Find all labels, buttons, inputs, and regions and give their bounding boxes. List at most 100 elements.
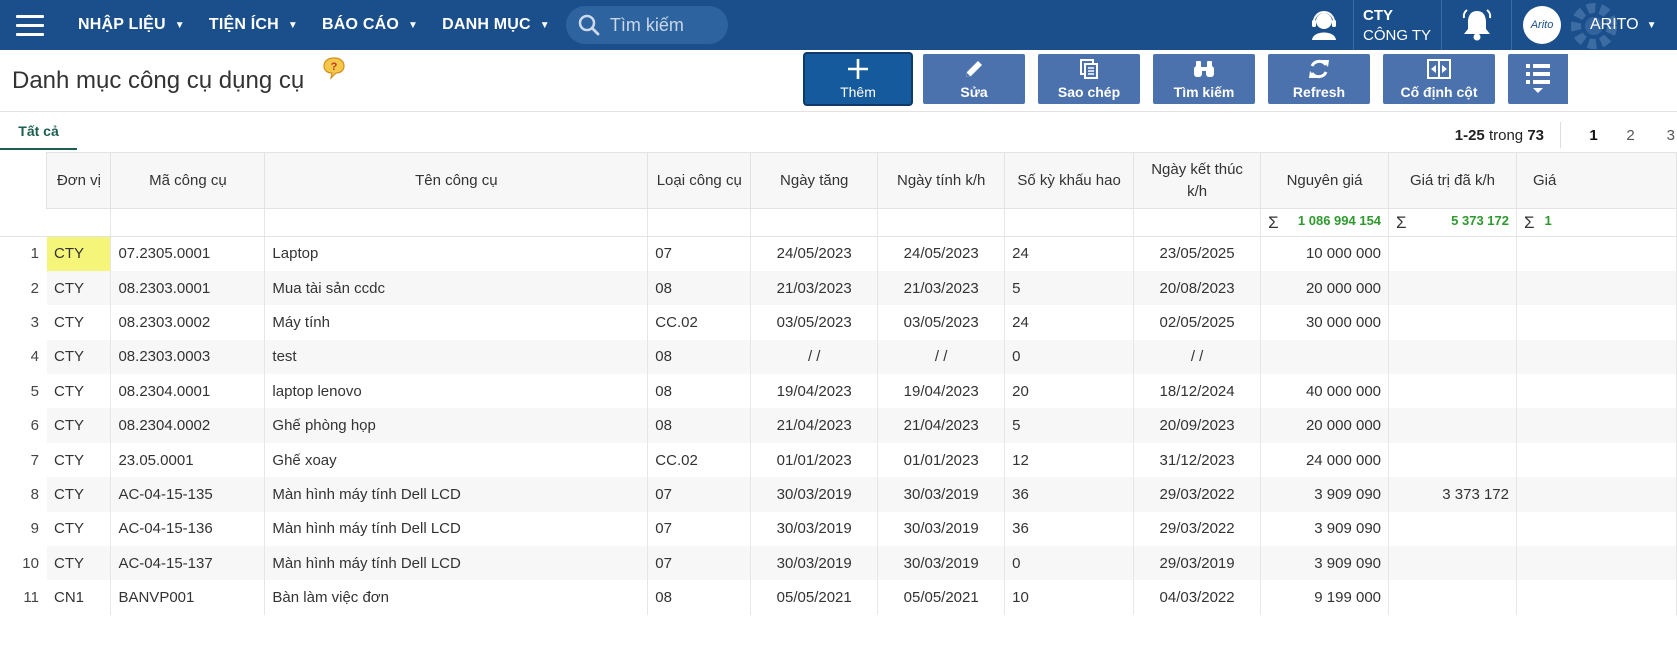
cell-gia[interactable] xyxy=(1516,339,1677,375)
cell-loai-cong-cu[interactable]: 07 xyxy=(647,511,752,547)
cell-gia[interactable] xyxy=(1516,236,1677,271)
bell-icon[interactable] xyxy=(1442,0,1512,50)
page-1-button[interactable]: 1 xyxy=(1575,127,1612,144)
cell-gia-tri-da-kh[interactable]: 3 373 172 xyxy=(1388,477,1517,512)
cell-ten-cong-cu[interactable]: laptop lenovo xyxy=(264,374,649,409)
cell-ngay-tinh-kh[interactable]: 24/05/2023 xyxy=(877,236,1006,271)
cell-loai-cong-cu[interactable]: 08 xyxy=(647,374,752,409)
nav-bao-cao[interactable]: BÁO CÁO ▼ xyxy=(322,16,418,34)
cell-loai-cong-cu[interactable]: 08 xyxy=(647,270,752,306)
cell-so-ky-khau-hao[interactable]: 10 xyxy=(1004,580,1135,615)
cell-nguyen-gia[interactable]: 3 909 090 xyxy=(1260,546,1390,581)
cell-ngay-tang[interactable]: / / xyxy=(750,339,879,375)
col-header-ngay-ket-thuc-kh[interactable]: Ngày kết thúc k/h xyxy=(1133,152,1262,209)
cell-ngay-tinh-kh[interactable]: 01/01/2023 xyxy=(877,442,1006,478)
col-header-ten-cong-cu[interactable]: Tên công cụ xyxy=(264,152,649,209)
cell-so-ky-khau-hao[interactable]: 12 xyxy=(1004,442,1135,478)
cell-ngay-tinh-kh[interactable]: 21/03/2023 xyxy=(877,270,1006,306)
cell-ten-cong-cu[interactable]: Màn hình máy tính Dell LCD xyxy=(264,477,649,512)
search-input[interactable] xyxy=(609,14,720,36)
cell-ngay-ket-thuc-kh[interactable]: 23/05/2025 xyxy=(1133,236,1262,271)
table-row[interactable]: 3 CTY 08.2303.0002 Máy tính CC.02 03/05/2023 0… xyxy=(0,305,1677,340)
edit-button[interactable]: Sửa xyxy=(923,54,1025,104)
col-header-loai-cong-cu[interactable]: Loại công cụ xyxy=(647,152,752,209)
cell-nguyen-gia[interactable]: 20 000 000 xyxy=(1260,270,1390,306)
cell-don-vi[interactable]: CTY xyxy=(46,236,112,271)
cell-gia-tri-da-kh[interactable] xyxy=(1388,305,1517,340)
col-header-ngay-tang[interactable]: Ngày tăng xyxy=(750,152,879,209)
cell-so-ky-khau-hao[interactable]: 5 xyxy=(1004,270,1135,306)
col-header-don-vi[interactable]: Đơn vị xyxy=(46,152,112,209)
search-icon[interactable] xyxy=(578,14,600,36)
cell-ngay-tang[interactable]: 24/05/2023 xyxy=(750,236,879,271)
cell-gia[interactable] xyxy=(1516,442,1677,478)
cell-gia[interactable] xyxy=(1516,374,1677,409)
cell-ngay-tang[interactable]: 05/05/2021 xyxy=(750,580,879,615)
cell-don-vi[interactable]: CTY xyxy=(46,408,112,443)
company-selector[interactable]: CTY CÔNG TY xyxy=(1354,0,1442,50)
cell-ma-cong-cu[interactable]: AC-04-15-136 xyxy=(110,511,266,547)
cell-gia-tri-da-kh[interactable] xyxy=(1388,442,1517,478)
cell-ma-cong-cu[interactable]: AC-04-15-137 xyxy=(110,546,266,581)
cell-nguyen-gia[interactable]: 10 000 000 xyxy=(1260,236,1390,271)
cell-loai-cong-cu[interactable]: 08 xyxy=(647,580,752,615)
cell-ngay-tang[interactable]: 30/03/2019 xyxy=(750,546,879,581)
cell-so-ky-khau-hao[interactable]: 24 xyxy=(1004,305,1135,340)
table-row[interactable]: 7 CTY 23.05.0001 Ghế xoay CC.02 01/01/2023 01/… xyxy=(0,442,1677,478)
cell-ma-cong-cu[interactable]: 08.2304.0001 xyxy=(110,374,266,409)
cell-ngay-tinh-kh[interactable]: 21/04/2023 xyxy=(877,408,1006,443)
cell-nguyen-gia[interactable]: 3 909 090 xyxy=(1260,511,1390,547)
cell-ten-cong-cu[interactable]: Màn hình máy tính Dell LCD xyxy=(264,546,649,581)
cell-ngay-tinh-kh[interactable]: 30/03/2019 xyxy=(877,511,1006,547)
add-button[interactable]: Thêm xyxy=(805,54,911,104)
cell-ten-cong-cu[interactable]: Laptop xyxy=(264,236,649,271)
table-row[interactable]: 5 CTY 08.2304.0001 laptop lenovo 08 19/04/202… xyxy=(0,374,1677,409)
cell-don-vi[interactable]: CTY xyxy=(46,305,112,340)
cell-ngay-tang[interactable]: 01/01/2023 xyxy=(750,442,879,478)
cell-ten-cong-cu[interactable]: Ghế xoay xyxy=(264,442,649,478)
cell-so-ky-khau-hao[interactable]: 0 xyxy=(1004,339,1135,375)
cell-don-vi[interactable]: CTY xyxy=(46,511,112,547)
cell-ngay-tinh-kh[interactable]: 03/05/2023 xyxy=(877,305,1006,340)
cell-ngay-ket-thuc-kh[interactable]: / / xyxy=(1133,339,1262,375)
col-header-nguyen-gia[interactable]: Nguyên giá xyxy=(1260,152,1390,209)
cell-gia[interactable] xyxy=(1516,511,1677,547)
hamburger-menu-icon[interactable] xyxy=(0,0,60,50)
support-agent-icon[interactable] xyxy=(1294,0,1354,50)
col-header-ma-cong-cu[interactable]: Mã công cụ xyxy=(110,152,266,209)
cell-so-ky-khau-hao[interactable]: 36 xyxy=(1004,477,1135,512)
cell-ngay-tinh-kh[interactable]: 05/05/2021 xyxy=(877,580,1006,615)
nav-tien-ich[interactable]: TIỆN ÍCH ▼ xyxy=(209,16,298,34)
cell-ngay-tinh-kh[interactable]: / / xyxy=(877,339,1006,375)
table-row[interactable]: 6 CTY 08.2304.0002 Ghế phòng họp 08 21/04/202… xyxy=(0,408,1677,443)
cell-gia-tri-da-kh[interactable] xyxy=(1388,511,1517,547)
cell-nguyen-gia[interactable]: 30 000 000 xyxy=(1260,305,1390,340)
cell-ngay-ket-thuc-kh[interactable]: 29/03/2022 xyxy=(1133,477,1262,512)
user-menu[interactable]: Arito ARITO ▼ xyxy=(1512,0,1677,50)
search-button[interactable]: Tìm kiếm xyxy=(1153,54,1255,104)
cell-gia[interactable] xyxy=(1516,408,1677,443)
cell-so-ky-khau-hao[interactable]: 36 xyxy=(1004,511,1135,547)
cell-ngay-tinh-kh[interactable]: 30/03/2019 xyxy=(877,546,1006,581)
cell-don-vi[interactable]: CTY xyxy=(46,477,112,512)
page-3-button[interactable]: 3 xyxy=(1649,127,1677,144)
cell-gia-tri-da-kh[interactable] xyxy=(1388,236,1517,271)
cell-ma-cong-cu[interactable]: 08.2303.0001 xyxy=(110,270,266,306)
cell-ma-cong-cu[interactable]: AC-04-15-135 xyxy=(110,477,266,512)
cell-nguyen-gia[interactable] xyxy=(1260,339,1390,375)
cell-nguyen-gia[interactable]: 20 000 000 xyxy=(1260,408,1390,443)
cell-ten-cong-cu[interactable]: Ghế phòng họp xyxy=(264,408,649,443)
tab-all[interactable]: Tất cả xyxy=(0,114,77,150)
cell-ten-cong-cu[interactable]: Mua tài sản ccdc xyxy=(264,270,649,306)
cell-ten-cong-cu[interactable]: test xyxy=(264,339,649,375)
table-row[interactable]: 11 CN1 BANVP001 Bàn làm việc đơn 08 05/05/202… xyxy=(0,580,1677,615)
cell-ngay-ket-thuc-kh[interactable]: 20/09/2023 xyxy=(1133,408,1262,443)
cell-ngay-tang[interactable]: 19/04/2023 xyxy=(750,374,879,409)
cell-ngay-tang[interactable]: 30/03/2019 xyxy=(750,511,879,547)
table-row[interactable]: 2 CTY 08.2303.0001 Mua tài sản ccdc 08 21/03/… xyxy=(0,270,1677,306)
cell-gia[interactable] xyxy=(1516,546,1677,581)
cell-ngay-tang[interactable]: 03/05/2023 xyxy=(750,305,879,340)
cell-so-ky-khau-hao[interactable]: 20 xyxy=(1004,374,1135,409)
cell-gia-tri-da-kh[interactable] xyxy=(1388,270,1517,306)
cell-ngay-tinh-kh[interactable]: 19/04/2023 xyxy=(877,374,1006,409)
